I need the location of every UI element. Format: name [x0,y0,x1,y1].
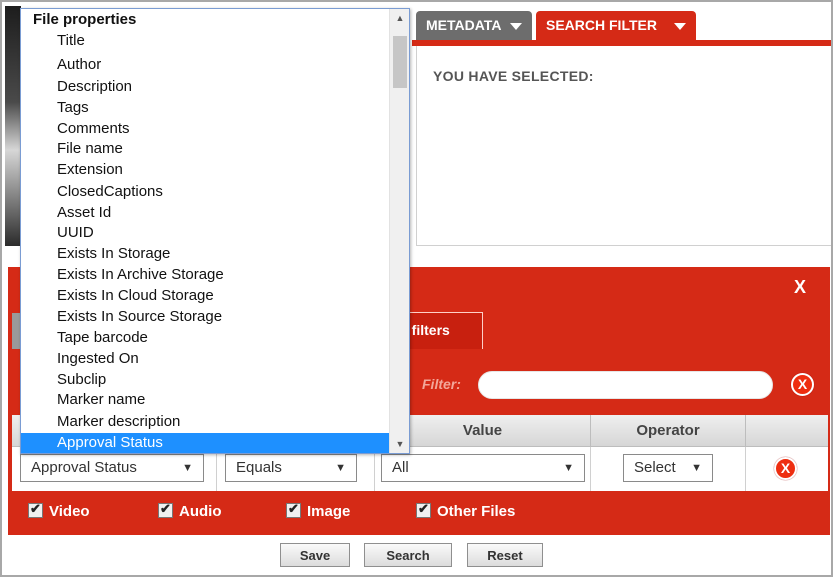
tab-search-filter-label: SEARCH FILTER [546,17,657,33]
tab-search-filter[interactable]: SEARCH FILTER [536,11,696,40]
chevron-down-icon: ▼ [335,462,346,474]
actions-cell: X [745,447,828,491]
list-item[interactable]: Exists In Archive Storage [21,265,389,285]
list-item[interactable]: Tape barcode [21,328,389,348]
condition-select[interactable]: Equals ▼ [225,454,357,482]
selection-panel: YOU HAVE SELECTED: [416,46,831,246]
scroll-down-icon[interactable]: ▼ [390,435,409,453]
chevron-down-icon: ▼ [691,462,702,474]
list-item[interactable]: File name [21,139,389,159]
background-thumbnail-strip [5,6,21,246]
property-select[interactable]: Approval Status ▼ [20,454,204,482]
list-item[interactable]: Tags [21,98,389,118]
grid-header-actions [745,415,828,447]
tab-metadata-label: METADATA [426,17,502,33]
tab-metadata[interactable]: METADATA [416,11,532,40]
value-select[interactable]: All ▼ [381,454,585,482]
list-item[interactable]: Marker name [21,390,389,410]
operator-cell: Select ▼ [590,447,745,491]
video-checkbox[interactable]: Video [28,501,90,520]
scrollbar-thumb[interactable] [393,36,407,88]
scroll-up-icon[interactable]: ▲ [390,9,409,27]
dropdown-group-label: File properties [33,11,137,28]
chevron-down-icon: ▼ [182,462,193,474]
list-item[interactable]: Description [21,77,389,97]
chevron-down-icon: ▼ [563,462,574,474]
selection-title: YOU HAVE SELECTED: [433,68,594,84]
filter-input[interactable] [478,371,773,399]
dropdown-scrollbar[interactable]: ▲ ▼ [389,9,409,453]
search-button[interactable]: Search [364,543,452,567]
list-item[interactable]: Exists In Source Storage [21,307,389,327]
image-checkbox[interactable]: Image [286,501,351,520]
caret-down-icon [510,23,522,30]
list-item[interactable]: Marker description [21,412,389,432]
save-button[interactable]: Save [280,543,350,567]
video-label: Video [49,503,90,520]
list-item[interactable]: Exists In Storage [21,244,389,264]
media-type-bar: Video Audio Image Other Files [8,493,830,531]
filter-label: Filter: [422,376,461,392]
list-item[interactable]: Exists In Cloud Storage [21,286,389,306]
dialog-tab-stub[interactable] [12,313,20,349]
image-label: Image [307,503,351,520]
audio-label: Audio [179,503,222,520]
checkmark-icon[interactable] [158,501,173,518]
list-item[interactable]: Subclip [21,370,389,390]
checkmark-icon[interactable] [416,501,431,518]
property-dropdown-list[interactable]: File properties Title Author Description… [20,8,410,454]
list-item[interactable]: UUID [21,223,389,243]
operator-select[interactable]: Select ▼ [623,454,713,482]
list-item[interactable]: Extension [21,160,389,180]
remove-row-icon[interactable]: X [774,457,797,480]
checkmark-icon[interactable] [286,501,301,518]
checkmark-icon[interactable] [28,501,43,518]
list-item[interactable]: Author [21,55,389,75]
audio-checkbox[interactable]: Audio [158,501,222,520]
value-select-value: All [392,459,409,476]
list-item[interactable]: Comments [21,119,389,139]
list-item-selected[interactable]: Approval Status [21,433,389,453]
property-select-value: Approval Status [31,459,137,476]
clear-filter-icon[interactable]: X [791,373,814,396]
list-item[interactable]: Title [21,31,389,51]
reset-button[interactable]: Reset [467,543,543,567]
list-item[interactable]: ClosedCaptions [21,182,389,202]
condition-select-value: Equals [236,459,282,476]
list-item[interactable]: Ingested On [21,349,389,369]
other-files-checkbox[interactable]: Other Files [416,501,516,520]
grid-header-operator: Operator [590,415,745,447]
operator-select-value: Select [634,459,676,476]
caret-down-icon [674,23,686,30]
other-files-label: Other Files [437,503,516,520]
close-icon[interactable]: X [794,277,806,298]
app-window: METADATA SEARCH FILTER YOU HAVE SELECTED… [0,0,833,577]
list-item[interactable]: Asset Id [21,203,389,223]
